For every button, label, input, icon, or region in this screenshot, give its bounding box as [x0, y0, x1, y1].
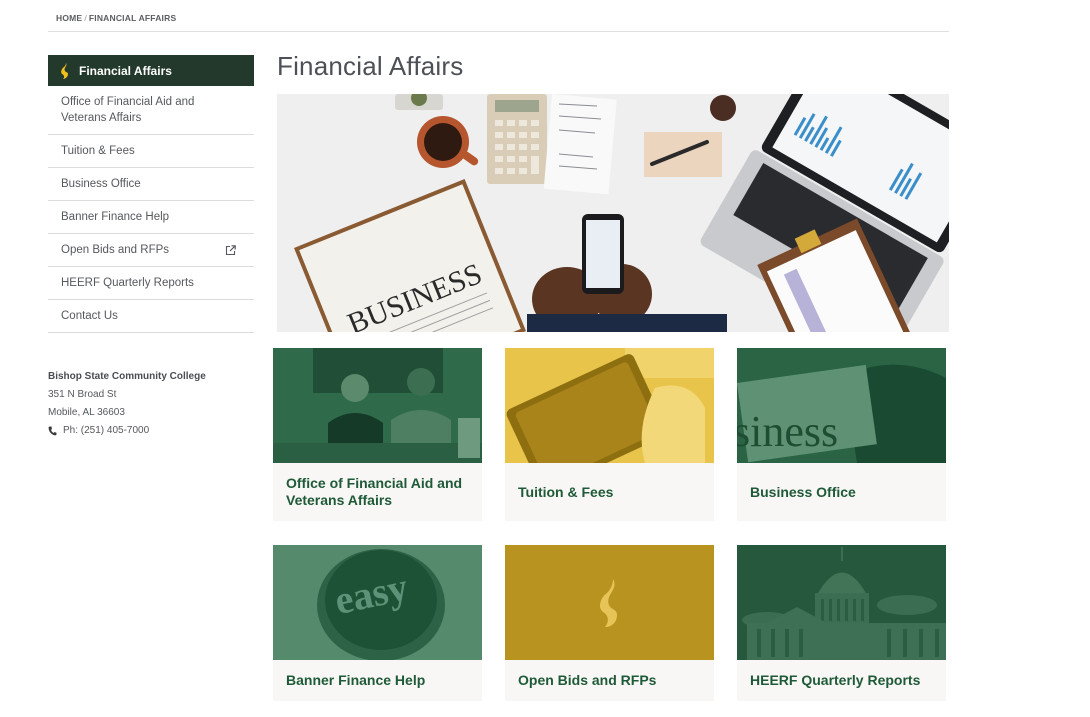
card-heerf-reports[interactable]: HEERF Quarterly Reports: [737, 545, 946, 701]
card-image-easy-button: easy: [273, 545, 482, 660]
sidebar-item-label: Contact Us: [61, 310, 118, 322]
sidebar-item-contact-us[interactable]: Contact Us: [48, 300, 254, 333]
card-image-staff: [273, 348, 482, 463]
breadcrumb-home[interactable]: HOME: [56, 13, 82, 23]
svg-text:siness: siness: [737, 407, 838, 456]
easy-button-icon: easy: [273, 545, 482, 660]
page-title: Financial Affairs: [277, 51, 464, 81]
wallet-photo-icon: [505, 348, 714, 463]
card-title: Office of Financial Aid and Veterans Aff…: [273, 463, 482, 521]
breadcrumb-separator: /: [84, 13, 87, 23]
card-financial-aid[interactable]: Office of Financial Aid and Veterans Aff…: [273, 348, 482, 521]
sidebar-item-label: Banner Finance Help: [61, 211, 170, 223]
sidebar-header[interactable]: Financial Affairs: [48, 55, 254, 86]
sidebar-item-business-office[interactable]: Business Office: [48, 168, 254, 201]
sidebar-header-label: Financial Affairs: [79, 63, 172, 78]
sidebar-item-label: Tuition & Fees: [61, 145, 135, 157]
card-title: HEERF Quarterly Reports: [737, 660, 946, 701]
card-image-capitol: [737, 545, 946, 660]
sidebar-item-open-bids[interactable]: Open Bids and RFPs: [48, 234, 254, 267]
card-title: Tuition & Fees: [505, 463, 714, 521]
breadcrumb: HOME / FINANCIAL AFFAIRS: [56, 13, 176, 23]
sidebar-nav: Financial Affairs Office of Financial Ai…: [48, 55, 254, 333]
card-open-bids[interactable]: Open Bids and RFPs: [505, 545, 714, 701]
phone-icon: [48, 426, 57, 436]
sidebar-item-banner-finance-help[interactable]: Banner Finance Help: [48, 201, 254, 234]
sidebar-item-heerf-reports[interactable]: HEERF Quarterly Reports: [48, 267, 254, 300]
card-title: Business Office: [737, 463, 946, 521]
breadcrumb-current: FINANCIAL AFFAIRS: [88, 13, 177, 23]
sidebar-item-label: Business Office: [61, 178, 141, 190]
sidebar-item-label: Office of Financial Aid and Veterans Aff…: [61, 96, 195, 124]
city-state-zip: Mobile, AL 36603: [48, 407, 125, 418]
card-title: Banner Finance Help: [273, 660, 482, 701]
card-image-wallet: [505, 348, 714, 463]
phone-number: Ph: (251) 405-7000: [63, 425, 150, 436]
flame-logo-icon: [61, 62, 68, 79]
card-tuition-fees[interactable]: Tuition & Fees: [505, 348, 714, 521]
staff-photo-icon: [273, 348, 482, 463]
divider: [48, 31, 949, 32]
card-title: Open Bids and RFPs: [505, 660, 714, 701]
card-business-office[interactable]: siness Business Office: [737, 348, 946, 521]
sidebar-item-tuition-fees[interactable]: Tuition & Fees: [48, 135, 254, 168]
sidebar-item-financial-aid[interactable]: Office of Financial Aid and Veterans Aff…: [48, 86, 254, 135]
hero-desk-illustration: BUSINESS: [277, 94, 949, 332]
card-image-flame: [505, 545, 714, 660]
hero-image: BUSINESS: [277, 94, 949, 332]
flame-logo-icon: [505, 545, 714, 660]
sidebar-list: Office of Financial Aid and Veterans Aff…: [48, 86, 254, 333]
external-link-icon: [225, 244, 236, 255]
sidebar-item-label: Open Bids and RFPs: [61, 244, 170, 256]
capitol-building-icon: [737, 545, 946, 660]
card-image-business: siness: [737, 348, 946, 463]
contact-address: Bishop State Community College 351 N Bro…: [48, 368, 206, 440]
sidebar-item-label: HEERF Quarterly Reports: [61, 277, 194, 289]
business-newspaper-photo-icon: siness: [737, 348, 946, 463]
street-address: 351 N Broad St: [48, 389, 117, 400]
college-name: Bishop State Community College: [48, 371, 206, 382]
phone-row[interactable]: Ph: (251) 405-7000: [48, 422, 206, 440]
card-banner-finance-help[interactable]: easy Banner Finance Help: [273, 545, 482, 701]
